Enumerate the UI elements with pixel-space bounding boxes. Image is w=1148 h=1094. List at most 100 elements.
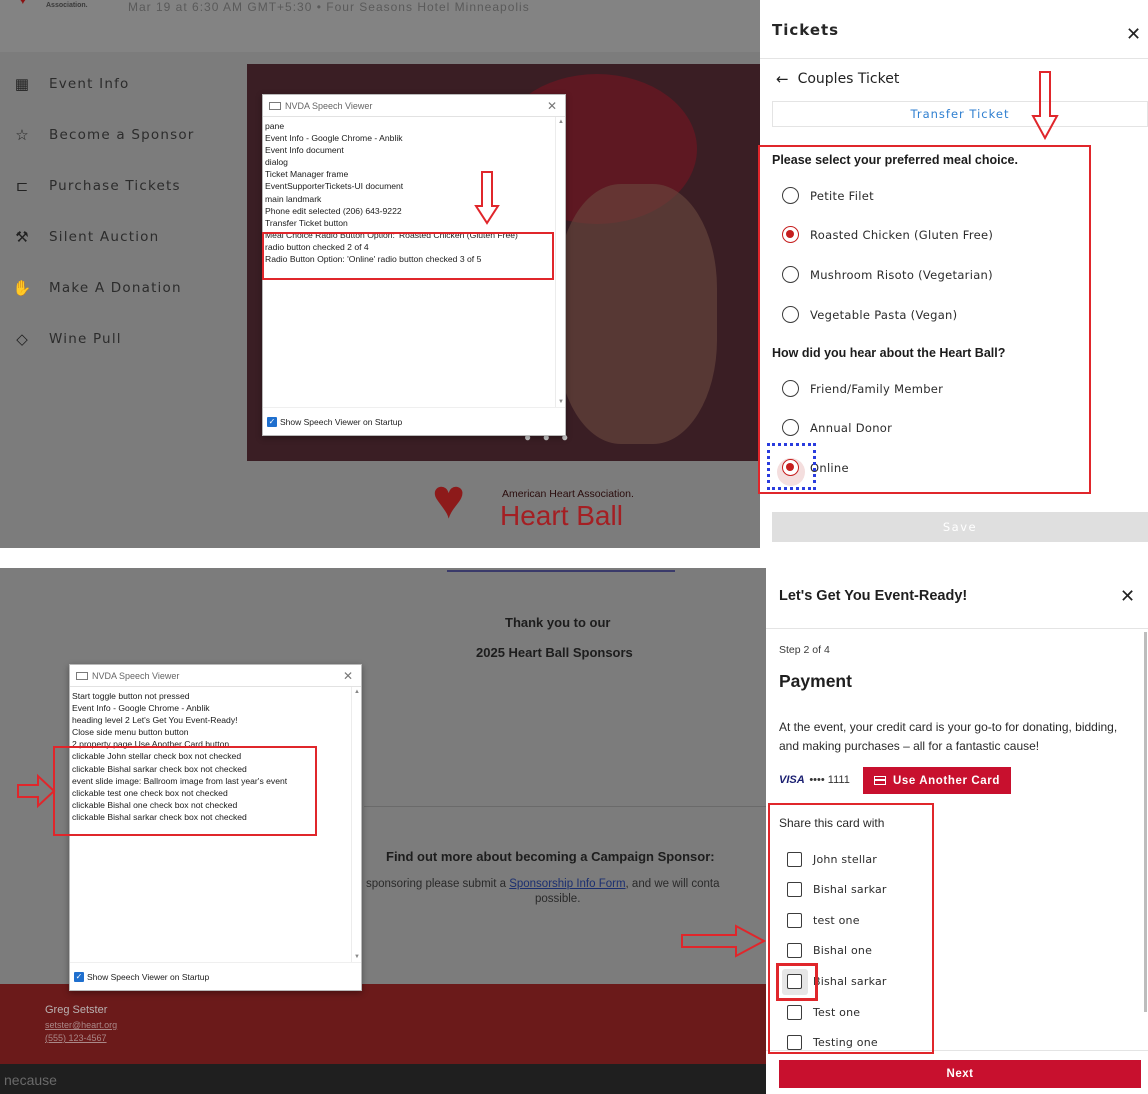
sponsorship-form-link[interactable]: Sponsorship Info Form	[509, 878, 625, 890]
payment-heading: Payment	[779, 671, 852, 691]
window-icon: .	[269, 101, 281, 110]
saved-card: VISA •••• 1111	[779, 774, 850, 786]
payment-description: At the event, your credit card is your g…	[779, 720, 1118, 753]
nvda-title: NVDA Speech Viewer	[92, 670, 180, 681]
annotation-highlight-box	[768, 803, 934, 1054]
thanks-heading: Thank you to our	[505, 615, 611, 630]
close-icon[interactable]: ✕	[343, 669, 353, 683]
donation-hand-icon: ✋	[12, 280, 32, 297]
close-icon[interactable]: ✕	[1120, 586, 1135, 607]
close-icon[interactable]: ✕	[1126, 24, 1141, 45]
startup-label: Show Speech Viewer on Startup	[87, 971, 210, 982]
divider	[364, 806, 766, 807]
contact-name: Greg Setster	[45, 1004, 108, 1016]
sidebar-item-make-donation[interactable]: ✋ Make A Donation	[12, 276, 182, 300]
heart-ball-logo: ♥ American Heart Association. Heart Ball	[432, 462, 672, 540]
log-line: pane	[265, 121, 285, 131]
annotation-down-arrow	[1031, 71, 1059, 140]
nvda-startup-option[interactable]: ✓ Show Speech Viewer on Startup	[70, 962, 361, 990]
heart-torch-icon: ♥	[432, 467, 466, 530]
visa-logo: VISA	[779, 774, 805, 786]
sidebar-item-wine-pull[interactable]: ◇ Wine Pull	[12, 327, 122, 351]
divider	[766, 628, 1148, 629]
nvda-title: NVDA Speech Viewer	[285, 100, 373, 111]
log-line: Event Info - Google Chrome - Anblik	[72, 703, 210, 714]
aha-name: American Heart Association.	[502, 488, 634, 500]
startup-label: Show Speech Viewer on Startup	[280, 416, 403, 427]
log-line: dialog	[265, 157, 288, 168]
heart-torch-icon: ♥	[18, 0, 36, 14]
aha-mini-logo[interactable]: ♥ Association.	[18, 0, 98, 18]
brand-logo: necause	[4, 1072, 57, 1088]
sidebar-item-label: Make A Donation	[49, 280, 182, 296]
find-out-heading: Find out more about becoming a Campaign …	[386, 849, 715, 864]
sidebar-item-label: Silent Auction	[49, 229, 160, 245]
ticket-icon: ⊏	[15, 178, 29, 195]
checkbox-checked-icon[interactable]: ✓	[74, 971, 84, 982]
drawer-title: Let's Get You Event-Ready!	[779, 588, 968, 604]
annotation-highlight-box	[53, 746, 317, 836]
window-icon: .	[76, 671, 88, 680]
event-date-location: Mar 19 at 6:30 AM GMT+5:30 • Four Season…	[128, 0, 530, 14]
nvda-title-bar[interactable]: . NVDA Speech Viewer ✕	[70, 665, 361, 687]
back-button[interactable]: ← Couples Ticket	[776, 70, 899, 88]
log-line: heading level 2 Let's Get You Event-Read…	[72, 715, 238, 726]
annotation-down-arrow	[474, 171, 500, 225]
annotation-right-arrow	[681, 924, 766, 958]
close-icon[interactable]: ✕	[547, 99, 557, 113]
video-violinist	[557, 184, 717, 444]
scroll-down-icon[interactable]: ▼	[558, 399, 564, 405]
sidebar-item-purchase-tickets[interactable]: ⊏ Purchase Tickets	[12, 174, 181, 198]
step-indicator: Step 2 of 4	[779, 644, 830, 656]
credit-card-icon	[874, 776, 887, 785]
sidebar-item-silent-auction[interactable]: ⚒ Silent Auction	[12, 225, 159, 249]
nvda-startup-option[interactable]: ✓ Show Speech Viewer on Startup	[263, 407, 565, 435]
transfer-ticket-button[interactable]: Transfer Ticket	[772, 101, 1148, 127]
nvda-scrollbar[interactable]: ▲ ▼	[351, 687, 361, 962]
log-line: Close side menu button button	[72, 727, 189, 738]
sponsoring-pre: sponsoring please submit a	[366, 878, 510, 890]
sponsoring-text-end: possible.	[535, 893, 581, 905]
contact-email-link[interactable]: setster@heart.org	[45, 1020, 117, 1030]
sidebar-item-label: Event Info	[49, 76, 130, 92]
next-button[interactable]: Next	[779, 1060, 1141, 1088]
annotation-highlight-box	[262, 232, 554, 280]
star-icon: ☆	[15, 127, 29, 144]
sponsoring-post: , and we will conta	[625, 878, 720, 890]
nvda-scrollbar[interactable]: ▲ ▼	[555, 117, 565, 407]
tickets-screenshot: ♥ Association. Mar 19 at 6:30 AM GMT+5:3…	[0, 0, 1148, 548]
calendar-icon: ▦	[14, 76, 30, 93]
annotation-right-arrow	[17, 773, 56, 809]
sidebar-item-become-sponsor[interactable]: ☆ Become a Sponsor	[12, 123, 195, 147]
sidebar-item-event-info[interactable]: ▦ Event Info	[12, 72, 130, 96]
contact-phone-link[interactable]: (555) 123-4567	[45, 1033, 107, 1043]
tag-icon: ◇	[16, 331, 28, 348]
scroll-up-icon[interactable]: ▲	[354, 689, 360, 695]
sidebar-item-label: Wine Pull	[49, 331, 122, 347]
annotation-highlight-box	[758, 145, 1091, 494]
bottom-bar	[0, 1064, 766, 1094]
truncated-link[interactable]	[447, 568, 675, 572]
gavel-icon: ⚒	[15, 229, 29, 246]
checkbox-checked-icon[interactable]: ✓	[267, 416, 277, 427]
scroll-down-icon[interactable]: ▼	[354, 954, 360, 960]
log-line: Event Info document	[265, 145, 344, 156]
sponsoring-text: sponsoring please submit a Sponsorship I…	[366, 878, 766, 890]
drawer-scrollbar[interactable]	[1144, 632, 1147, 1012]
use-another-card-button[interactable]: Use Another Card	[863, 767, 1011, 794]
button-label: Use Another Card	[893, 774, 1000, 787]
sidebar-item-label: Become a Sponsor	[49, 127, 195, 143]
nvda-title-bar[interactable]: . NVDA Speech Viewer ✕	[263, 95, 565, 117]
drawer-title: Tickets	[772, 21, 840, 39]
card-last4: •••• 1111	[809, 774, 850, 786]
divider	[760, 58, 1148, 59]
ticket-name: Couples Ticket	[797, 71, 900, 87]
arrow-left-icon: ←	[776, 70, 789, 88]
sponsors-heading: 2025 Heart Ball Sponsors	[476, 645, 633, 660]
scroll-up-icon[interactable]: ▲	[558, 119, 564, 125]
page-header: ♥ Association. Mar 19 at 6:30 AM GMT+5:3…	[0, 0, 760, 52]
logo-text: Association.	[46, 2, 88, 9]
save-button[interactable]: Save	[772, 512, 1148, 542]
event-name: Heart Ball	[500, 500, 623, 531]
sidebar-item-label: Purchase Tickets	[49, 178, 181, 194]
